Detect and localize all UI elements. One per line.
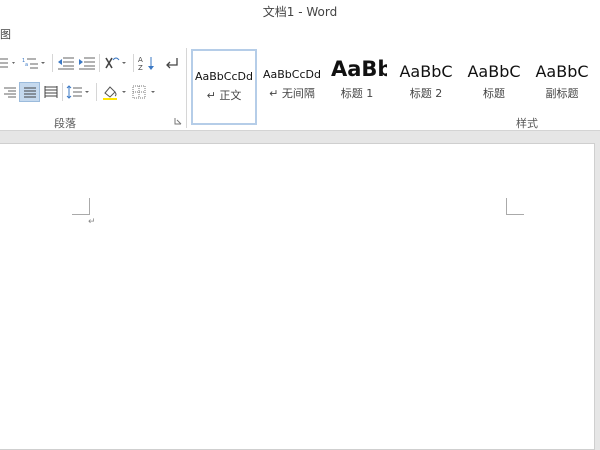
style-normal[interactable]: AaBbCcDd ↵ 正文 xyxy=(191,49,257,125)
line-spacing-button[interactable] xyxy=(66,82,92,102)
paragraph-mark: ↵ xyxy=(88,217,96,227)
shading-icon xyxy=(103,86,126,100)
shading-button[interactable] xyxy=(101,82,129,102)
increase-indent-icon xyxy=(79,57,95,70)
show-formatting-marks-icon xyxy=(166,58,178,69)
decrease-indent-icon xyxy=(58,57,74,70)
svg-text:Z: Z xyxy=(138,64,143,71)
justify-icon xyxy=(23,87,36,98)
window-title: 文档1 - Word xyxy=(262,5,338,19)
style-no-spacing[interactable]: AaBbCcDd ↵ 无间隔 xyxy=(259,49,325,125)
style-preview: AaBbCcDd xyxy=(263,68,321,81)
style-name: 标题 2 xyxy=(409,87,443,100)
document-page[interactable]: ↵ xyxy=(0,143,595,450)
show-formatting-marks-button[interactable] xyxy=(162,53,182,73)
style-name: 标题 1 xyxy=(340,87,374,100)
sort-icon: AZ xyxy=(138,56,154,71)
chinese-layout-button[interactable] xyxy=(103,53,129,73)
borders-button[interactable] xyxy=(131,82,159,102)
paragraph-dialog-launcher[interactable] xyxy=(172,115,184,127)
distributed-align-button[interactable] xyxy=(41,82,60,102)
bullets-icon xyxy=(0,58,15,68)
style-name: ↵ 正文 xyxy=(206,89,242,102)
borders-icon xyxy=(132,85,155,99)
style-preview: AaBbC xyxy=(399,62,453,81)
style-preview: AaBb xyxy=(331,57,387,81)
style-preview: AaBbC xyxy=(535,62,589,81)
chinese-layout-icon xyxy=(105,57,126,69)
paragraph-group-label: 段落 xyxy=(54,117,76,130)
sort-button[interactable]: AZ xyxy=(137,53,157,73)
styles-group-label: 样式 xyxy=(516,117,538,130)
increase-indent-button[interactable] xyxy=(77,53,97,73)
align-right-button[interactable] xyxy=(0,82,17,102)
svg-text:A: A xyxy=(138,56,143,64)
style-name: 标题 xyxy=(483,87,505,100)
multilevel-list-button[interactable]: 1a xyxy=(22,53,48,73)
dialog-launcher-icon xyxy=(174,118,182,125)
distributed-align-icon xyxy=(44,86,57,98)
ribbon-tab-fragment[interactable]: 图 xyxy=(0,26,11,42)
style-name: ↵ 无间隔 xyxy=(269,87,315,100)
align-right-icon xyxy=(3,87,16,98)
style-title[interactable]: AaBbC 标题 xyxy=(461,49,527,125)
style-name: 副标题 xyxy=(545,87,579,100)
decrease-indent-button[interactable] xyxy=(56,53,76,73)
style-preview: AaBbCcDd xyxy=(195,70,253,83)
justify-button[interactable] xyxy=(19,82,40,102)
style-heading-2[interactable]: AaBbC 标题 2 xyxy=(393,49,459,125)
style-heading-1[interactable]: AaBb 标题 1 xyxy=(327,49,387,125)
ribbon: 图 1a AZ 段落 AaBbCcDd ↵ 正文 AaBbCcDd ↵ 无间隔 … xyxy=(0,22,600,131)
margin-corner-top-right xyxy=(506,198,524,215)
bullets-button[interactable] xyxy=(0,53,18,73)
style-preview: AaBbC xyxy=(467,62,521,81)
margin-corner-top-left xyxy=(72,198,90,215)
style-subtitle[interactable]: AaBbC 副标题 xyxy=(529,49,595,125)
multilevel-list-icon: 1a xyxy=(22,58,45,69)
line-spacing-icon xyxy=(66,85,89,99)
title-bar: 文档1 - Word xyxy=(0,0,600,22)
svg-text:a: a xyxy=(25,62,28,68)
